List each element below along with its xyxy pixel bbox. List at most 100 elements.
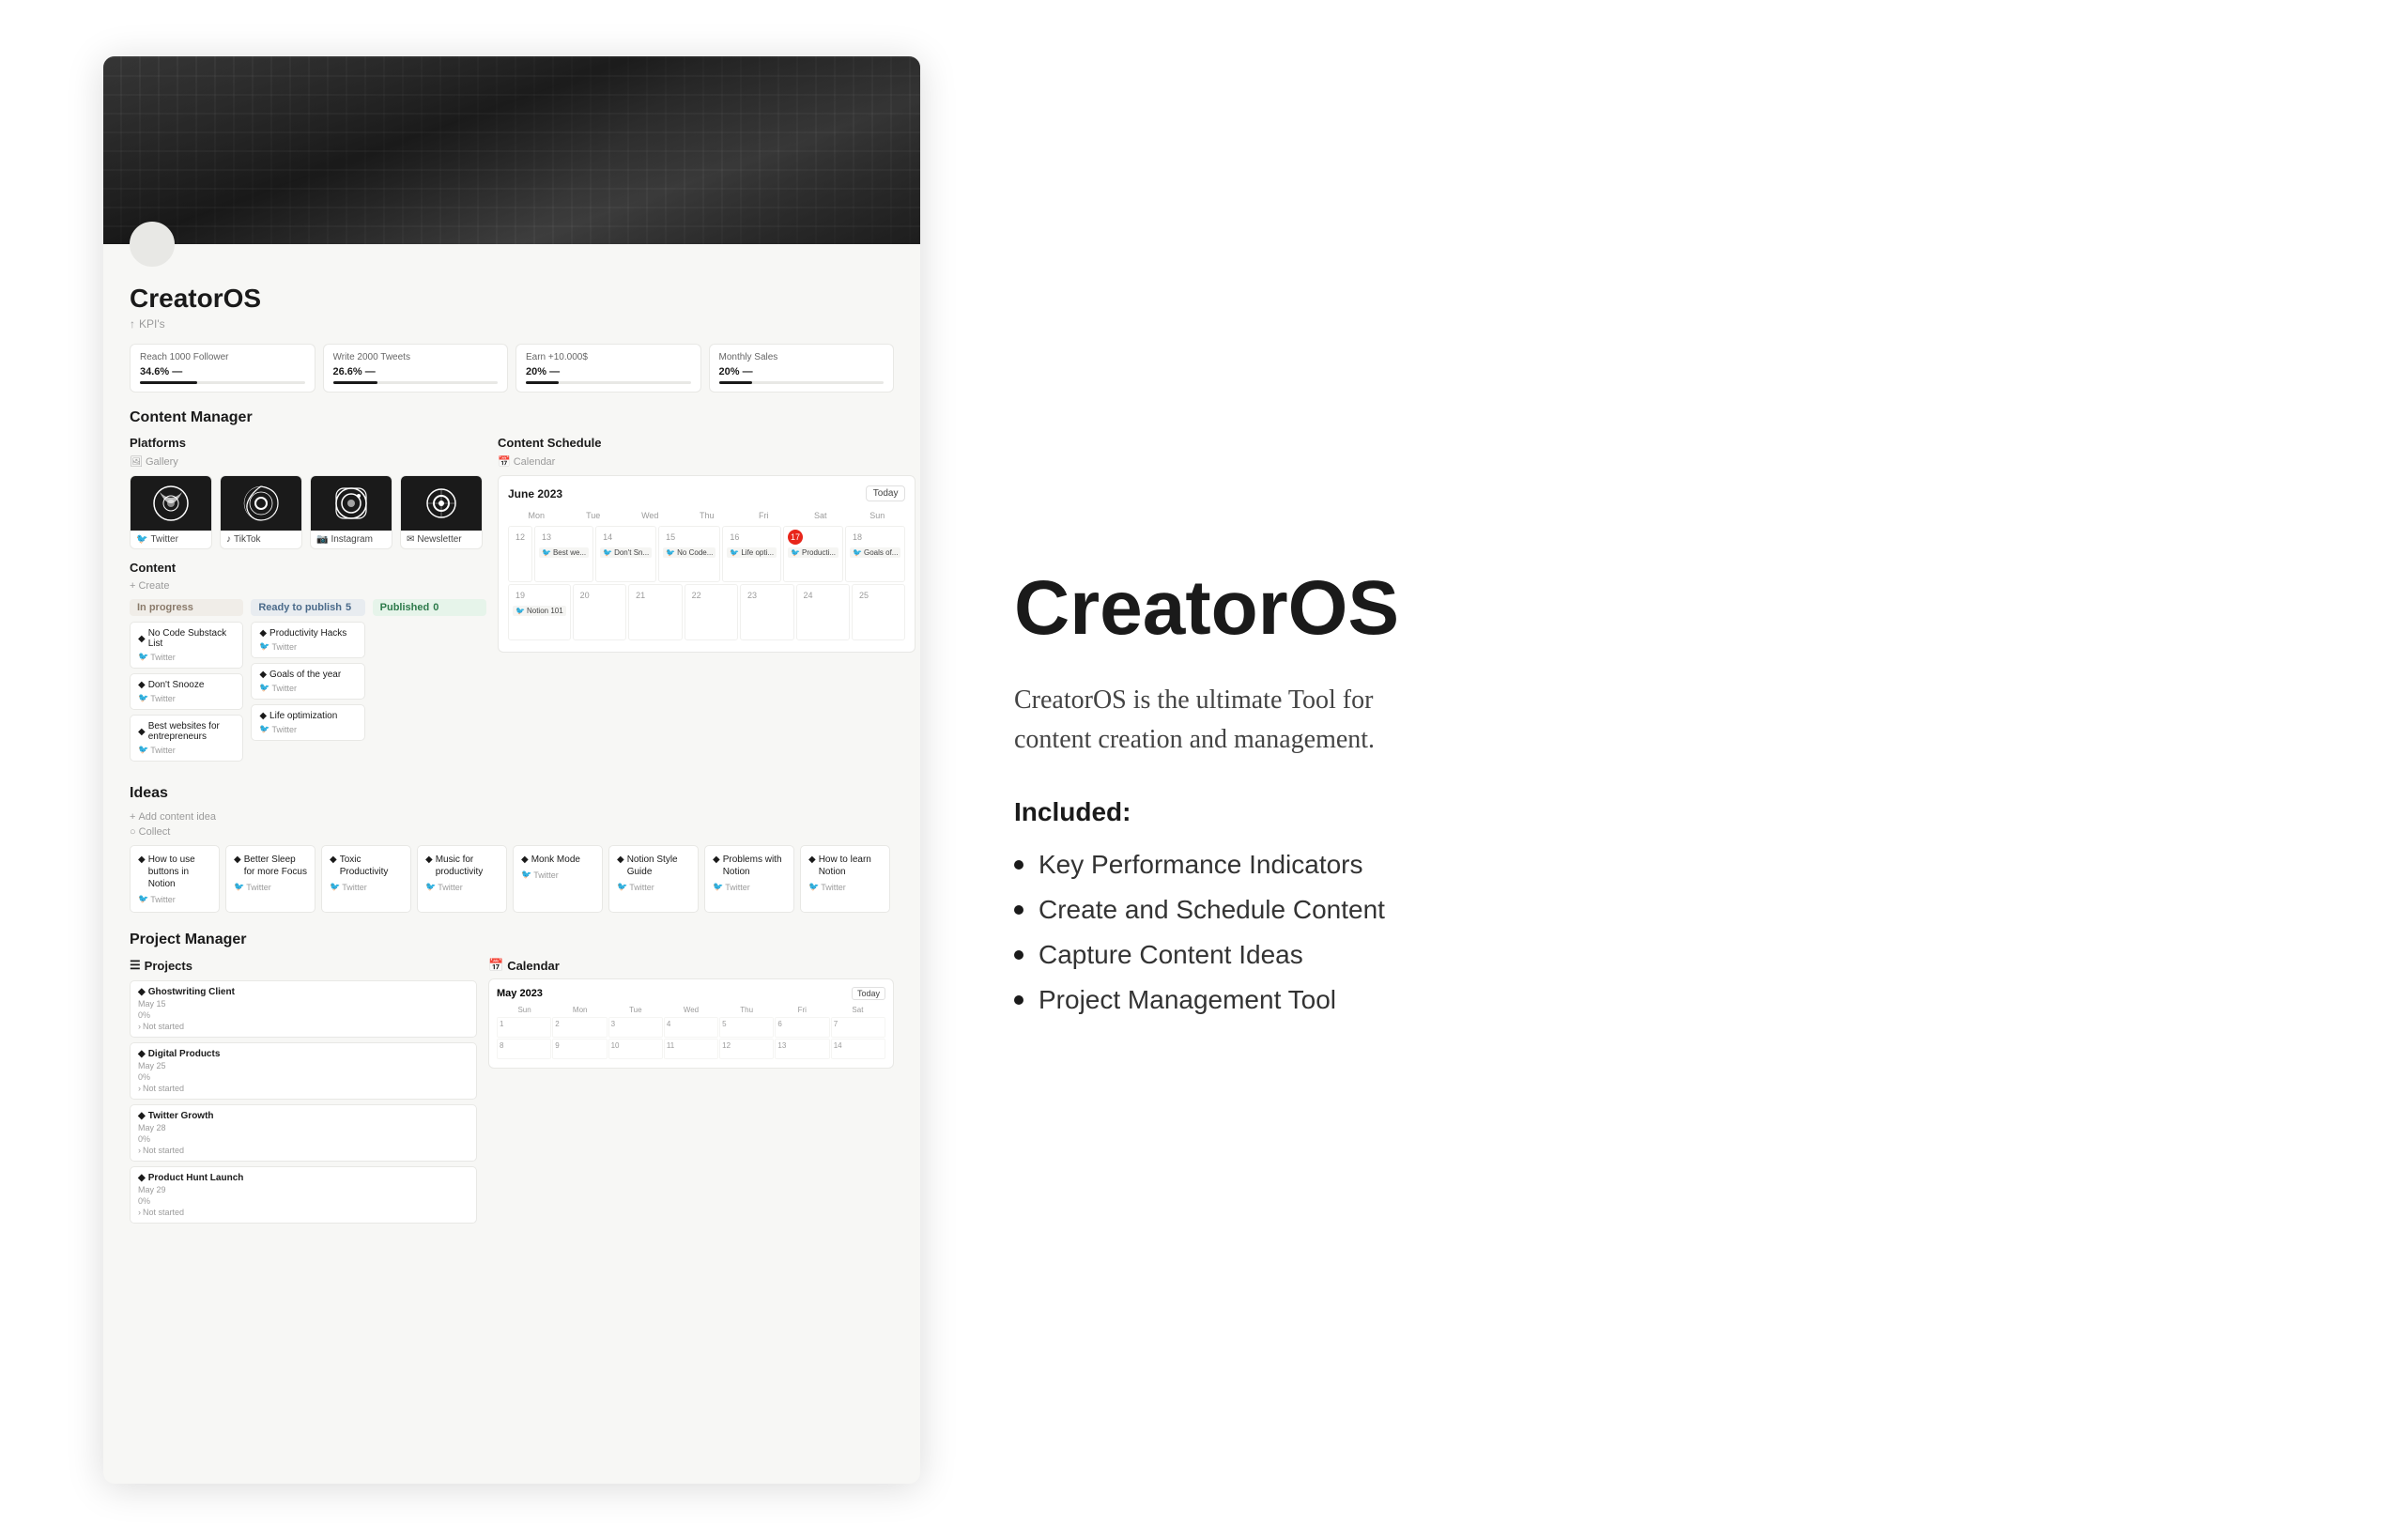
proj-progress-0: 0% [138, 1010, 469, 1020]
cal-cell-15[interactable]: 15 🐦No Code... [658, 526, 720, 582]
feature-item-0: Key Performance Indicators [1014, 850, 2272, 880]
schedule-title: Content Schedule [498, 436, 916, 450]
idea-card-3[interactable]: ◆Music for productivity 🐦Twitter [417, 845, 507, 913]
proj-cal-cell[interactable]: 12 [719, 1039, 774, 1059]
kanban-row: In progress ◆No Code Substack List 🐦Twit… [130, 599, 486, 766]
proj-cal-cell[interactable]: 4 [664, 1017, 718, 1038]
kanban-item[interactable]: ◆Best websites for entrepreneurs 🐦Twitte… [130, 715, 243, 762]
today-button[interactable]: Today [866, 485, 906, 501]
right-panel: CreatorOS CreatorOS is the ultimate Tool… [920, 0, 2385, 1540]
platform-thumb-twitter [131, 476, 211, 531]
idea-card-5[interactable]: ◆Notion Style Guide 🐦Twitter [608, 845, 699, 913]
kanban-item[interactable]: ◆Don't Snooze 🐦Twitter [130, 673, 243, 710]
bullet-icon-2 [1014, 950, 1023, 960]
idea-card-2[interactable]: ◆Toxic Productivity 🐦Twitter [321, 845, 411, 913]
kpi-card-2-title: Write 2000 Tweets [333, 352, 499, 362]
cal-cell-12[interactable]: 12 [508, 526, 532, 582]
calendar-header: June 2023 Today [508, 485, 905, 501]
platform-card-instagram[interactable]: 📷 Instagram [310, 475, 392, 549]
feature-item-3: Project Management Tool [1014, 985, 2272, 1015]
cal-week-2: 19 🐦Notion 101 20 21 22 [508, 584, 905, 640]
proj-cal-cell[interactable]: 11 [664, 1039, 718, 1059]
idea-tag-6: 🐦Twitter [713, 882, 786, 892]
content-manager: Content Manager Platforms 🖼 Gallery [130, 409, 894, 766]
kpi-card-1-num: 34.6% — [140, 366, 305, 377]
cal-date-21: 21 [633, 588, 648, 603]
cal-date-13: 13 [539, 530, 554, 545]
platform-name-tiktok: ♪ TikTok [221, 531, 301, 548]
cal-cell-17[interactable]: 17 🐦Producti... [783, 526, 843, 582]
cal-cell-21[interactable]: 21 [628, 584, 682, 640]
content-title: Content [130, 561, 486, 575]
cal-cell-14[interactable]: 14 🐦Don't Sn... [595, 526, 656, 582]
platform-card-twitter[interactable]: 🐦 Twitter [130, 475, 212, 549]
kanban-item-title: ◆Life optimization [259, 711, 356, 721]
kanban-item[interactable]: ◆No Code Substack List 🐦Twitter [130, 622, 243, 669]
proj-cal-cell[interactable]: 13 [775, 1039, 829, 1059]
idea-card-6[interactable]: ◆Problems with Notion 🐦Twitter [704, 845, 794, 913]
brand-desc-line1: CreatorOS is the ultimate Tool for [1014, 685, 1373, 715]
idea-title-2: ◆Toxic Productivity [330, 854, 403, 878]
proj-item-2[interactable]: ◆Twitter Growth May 28 0% ›Not started [130, 1104, 477, 1162]
kanban-header-ready: Ready to publish 5 [251, 599, 364, 616]
proj-cal-cell[interactable]: 5 [719, 1017, 774, 1038]
idea-card-4[interactable]: ◆Monk Mode 🐦Twitter [513, 845, 603, 913]
proj-cal-cell[interactable]: 9 [552, 1039, 607, 1059]
cal-cell-18[interactable]: 18 🐦Goals of... [845, 526, 905, 582]
proj-cal-cell[interactable]: 14 [831, 1039, 885, 1059]
kpi-card-2[interactable]: Write 2000 Tweets 26.6% — [323, 344, 509, 393]
cal-cell-13[interactable]: 13 🐦Best we... [534, 526, 593, 582]
idea-card-0[interactable]: ◆How to use buttons in Notion 🐦Twitter [130, 845, 220, 913]
proj-cal-cell[interactable]: 7 [831, 1017, 885, 1038]
cal-cell-16[interactable]: 16 🐦Life opti... [722, 526, 781, 582]
proj-item-3[interactable]: ◆Product Hunt Launch May 29 0% ›Not star… [130, 1166, 477, 1224]
create-btn[interactable]: + Create [130, 580, 486, 592]
proj-cal-day-headers: Sun Mon Tue Wed Thu Fri Sat [497, 1006, 885, 1014]
cal-cell-19[interactable]: 19 🐦Notion 101 [508, 584, 571, 640]
add-idea-button[interactable]: + Add content idea [130, 811, 894, 823]
kpi-card-1[interactable]: Reach 1000 Follower 34.6% — [130, 344, 315, 393]
kpi-card-3-title: Earn +10.000$ [526, 352, 691, 362]
kanban-item-tag: 🐦Twitter [138, 652, 235, 662]
proj-two-col: ☰ Projects ◆Ghostwriting Client May 15 0… [130, 958, 894, 1228]
proj-status-3: ›Not started [138, 1208, 469, 1217]
proj-item-0[interactable]: ◆Ghostwriting Client May 15 0% ›Not star… [130, 980, 477, 1038]
proj-name-2: ◆Twitter Growth [138, 1111, 469, 1121]
kpi-link[interactable]: ↑ KPI's [130, 317, 894, 331]
idea-tag-5: 🐦Twitter [617, 882, 690, 892]
kanban-col-ready: Ready to publish 5 ◆Productivity Hacks 🐦… [251, 599, 364, 766]
kanban-item-title: ◆Productivity Hacks [259, 628, 356, 639]
kanban-item[interactable]: ◆Productivity Hacks 🐦Twitter [251, 622, 364, 658]
kanban-item[interactable]: ◆Goals of the year 🐦Twitter [251, 663, 364, 700]
platform-card-tiktok[interactable]: ♪ TikTok [220, 475, 302, 549]
proj-cal-day-thu: Thu [719, 1006, 775, 1014]
idea-title-4: ◆Monk Mode [521, 854, 594, 866]
feature-list: Key Performance Indicators Create and Sc… [1014, 850, 2272, 1030]
proj-cal-cell[interactable]: 8 [497, 1039, 551, 1059]
bullet-icon-1 [1014, 905, 1023, 915]
cal-cell-24[interactable]: 24 [796, 584, 850, 640]
proj-cal-cell[interactable]: 3 [608, 1017, 663, 1038]
idea-card-1[interactable]: ◆Better Sleep for more Focus 🐦Twitter [225, 845, 315, 913]
cal-cell-23[interactable]: 23 [740, 584, 793, 640]
proj-cal-cell[interactable]: 2 [552, 1017, 607, 1038]
platform-card-newsletter[interactable]: ✉ Newsletter [400, 475, 483, 549]
included-label: Included: [1014, 797, 2272, 827]
kanban-item[interactable]: ◆Life optimization 🐦Twitter [251, 704, 364, 741]
proj-cal-day-tue: Tue [608, 1006, 663, 1014]
kpi-card-3[interactable]: Earn +10.000$ 20% — [515, 344, 701, 393]
cal-cell-25[interactable]: 25 [852, 584, 905, 640]
proj-cal-today-btn[interactable]: Today [852, 987, 885, 1000]
kanban-item-tag: 🐦Twitter [259, 724, 356, 734]
cal-event: 🐦Goals of... [850, 547, 900, 558]
proj-item-1[interactable]: ◆Digital Products May 25 0% ›Not started [130, 1042, 477, 1100]
proj-cal-cell[interactable]: 1 [497, 1017, 551, 1038]
kpi-card-4[interactable]: Monthly Sales 20% — [709, 344, 895, 393]
cal-cell-22[interactable]: 22 [685, 584, 738, 640]
cal-date-12: 12 [513, 530, 528, 545]
proj-cal-cell[interactable]: 10 [608, 1039, 663, 1059]
idea-card-7[interactable]: ◆How to learn Notion 🐦Twitter [800, 845, 890, 913]
cal-cell-20[interactable]: 20 [573, 584, 626, 640]
proj-cal-cell[interactable]: 6 [775, 1017, 829, 1038]
cal-week-1: 12 13 🐦Best we... 14 🐦Don't Sn... [508, 526, 905, 582]
